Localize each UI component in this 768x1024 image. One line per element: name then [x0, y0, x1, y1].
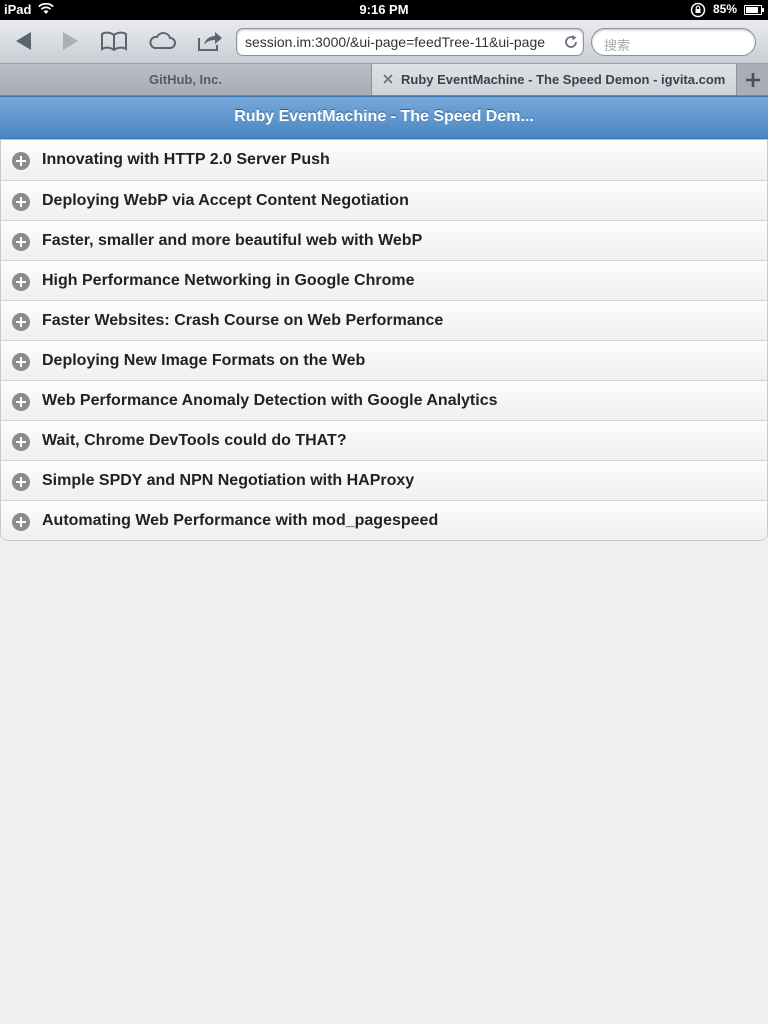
tab-ruby-eventmachine[interactable]: Ruby EventMachine - The Speed Demon - ig…	[372, 64, 737, 95]
new-tab-icon[interactable]	[738, 64, 768, 95]
status-bar: iPad 9:16 PM 85%	[0, 0, 768, 20]
article-list: Innovating with HTTP 2.0 Server Push Dep…	[0, 139, 768, 541]
expand-plus-icon[interactable]	[12, 152, 30, 170]
expand-plus-icon[interactable]	[12, 353, 30, 371]
expand-plus-icon[interactable]	[12, 473, 30, 491]
bookmarks-icon[interactable]	[100, 28, 128, 54]
list-item-label: Deploying WebP via Accept Content Negoti…	[42, 192, 409, 209]
reload-icon[interactable]	[563, 34, 579, 50]
expand-plus-icon[interactable]	[12, 273, 30, 291]
url-field[interactable]: session.im:3000/&ui-page=feedTree-11&ui-…	[236, 28, 584, 56]
search-field[interactable]: 搜索	[591, 28, 756, 56]
list-item[interactable]: Automating Web Performance with mod_page…	[1, 500, 767, 540]
back-icon[interactable]	[14, 28, 34, 54]
list-item-label: Faster Websites: Crash Course on Web Per…	[42, 312, 444, 329]
list-item[interactable]: Wait, Chrome DevTools could do THAT?	[1, 420, 767, 460]
page-title: Ruby EventMachine - The Speed Dem...	[0, 96, 768, 139]
close-tab-icon[interactable]	[382, 72, 394, 86]
tab-github[interactable]: GitHub, Inc.	[0, 64, 372, 95]
expand-plus-icon[interactable]	[12, 513, 30, 531]
list-item-label: Simple SPDY and NPN Negotiation with HAP…	[42, 472, 415, 489]
list-item-label: Deploying New Image Formats on the Web	[42, 352, 366, 369]
battery-percent: 85%	[713, 2, 738, 16]
list-item-label: Web Performance Anomaly Detection with G…	[42, 392, 498, 409]
expand-plus-icon[interactable]	[12, 233, 30, 251]
expand-plus-icon[interactable]	[12, 393, 30, 411]
list-item[interactable]: High Performance Networking in Google Ch…	[1, 260, 767, 300]
list-item[interactable]: Innovating with HTTP 2.0 Server Push	[1, 140, 767, 180]
expand-plus-icon[interactable]	[12, 193, 30, 211]
list-item[interactable]: Deploying WebP via Accept Content Negoti…	[1, 180, 767, 220]
list-item-label: Innovating with HTTP 2.0 Server Push	[42, 151, 330, 168]
list-item-label: Automating Web Performance with mod_page…	[42, 512, 439, 529]
expand-plus-icon[interactable]	[12, 313, 30, 331]
list-item[interactable]: Deploying New Image Formats on the Web	[1, 340, 767, 380]
forward-icon[interactable]	[60, 28, 80, 54]
battery-icon	[744, 5, 764, 15]
clock: 9:16 PM	[359, 2, 409, 17]
list-item[interactable]: Simple SPDY and NPN Negotiation with HAP…	[1, 460, 767, 500]
list-item[interactable]: Faster Websites: Crash Course on Web Per…	[1, 300, 767, 340]
list-item-label: High Performance Networking in Google Ch…	[42, 272, 415, 289]
browser-toolbar: session.im:3000/&ui-page=feedTree-11&ui-…	[0, 20, 768, 64]
list-item[interactable]: Faster, smaller and more beautiful web w…	[1, 220, 767, 260]
share-icon[interactable]	[196, 28, 224, 54]
rotation-lock-icon	[690, 2, 706, 21]
icloud-icon[interactable]	[147, 28, 177, 54]
list-item[interactable]: Web Performance Anomaly Detection with G…	[1, 380, 767, 420]
expand-plus-icon[interactable]	[12, 433, 30, 451]
list-item-label: Faster, smaller and more beautiful web w…	[42, 232, 423, 249]
list-item-label: Wait, Chrome DevTools could do THAT?	[42, 432, 347, 449]
